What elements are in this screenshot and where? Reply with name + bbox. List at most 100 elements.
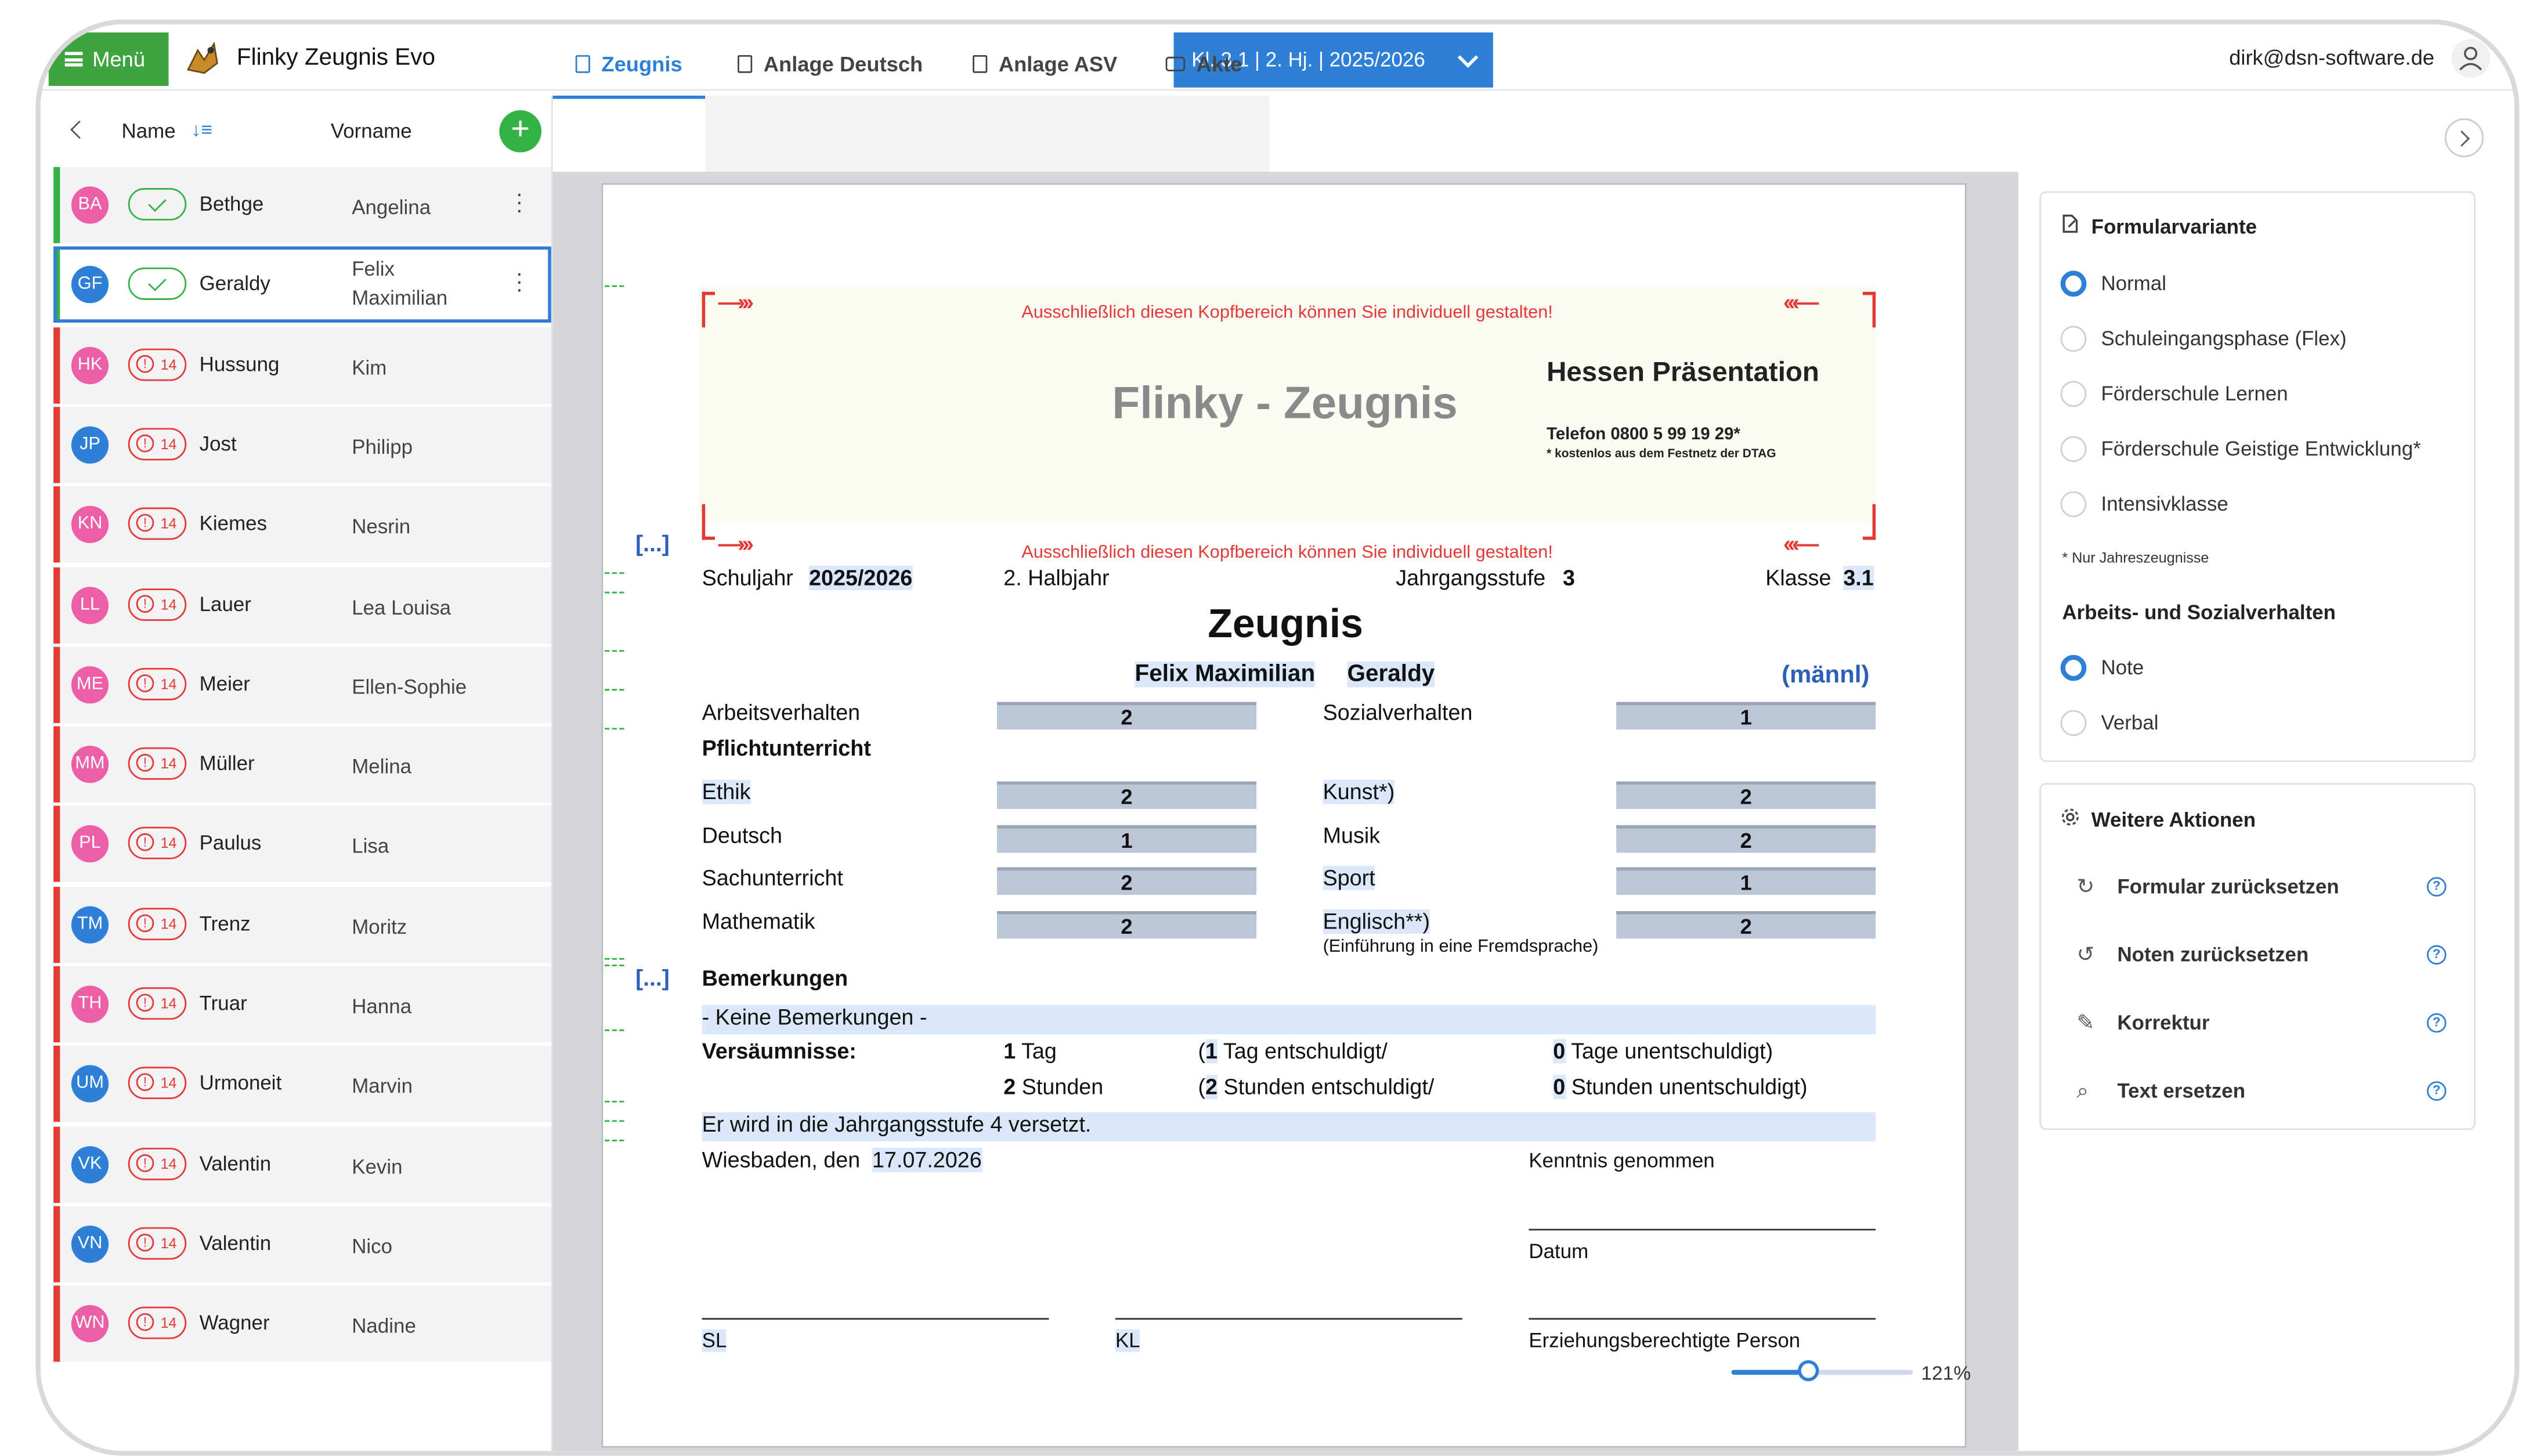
formular-option-label[interactable]: Schuleingangsphase (Flex) bbox=[2101, 327, 2347, 350]
arbeitsverhalten-grade[interactable]: 2 bbox=[997, 702, 1257, 730]
subject-grade[interactable]: 2 bbox=[997, 781, 1257, 810]
margin-marker bbox=[605, 689, 624, 691]
subject-grade[interactable]: 2 bbox=[1616, 825, 1876, 853]
zoom-slider-handle[interactable] bbox=[1797, 1360, 1819, 1382]
user-avatar-icon[interactable] bbox=[2451, 39, 2490, 78]
asv-radio[interactable] bbox=[2060, 710, 2087, 736]
tage-value[interactable]: 1 bbox=[1003, 1039, 1016, 1064]
formular-radio[interactable] bbox=[2060, 326, 2087, 352]
student-row[interactable]: MM! 14 Müller Melina bbox=[53, 726, 551, 803]
vorname-line: Hanna bbox=[352, 995, 412, 1018]
formular-option-label[interactable]: Normal bbox=[2101, 272, 2167, 295]
action-button[interactable]: Noten zurücksetzen bbox=[2117, 944, 2308, 966]
vorname-line: Kim bbox=[352, 356, 387, 379]
add-student-button[interactable]: + bbox=[499, 110, 542, 153]
schuljahr-value[interactable]: 2025/2026 bbox=[809, 565, 913, 590]
asv-radio[interactable] bbox=[2060, 655, 2087, 681]
expand-section-link[interactable]: [...] bbox=[635, 964, 670, 991]
tage-entschuldigt-value[interactable]: 1 bbox=[1205, 1039, 1218, 1064]
stunden-unentschuldigt-label: Stunden unentschuldigt) bbox=[1571, 1075, 1808, 1100]
help-icon[interactable]: ? bbox=[2427, 1013, 2447, 1033]
column-vorname[interactable]: Vorname bbox=[331, 120, 412, 143]
student-row[interactable]: VN! 14 Valentin Nico bbox=[53, 1206, 551, 1282]
jahrgang-value[interactable]: 3 bbox=[1563, 566, 1575, 590]
subject-grade[interactable]: 2 bbox=[1616, 911, 1876, 939]
collapse-panel-button[interactable] bbox=[2444, 118, 2484, 157]
formular-option-label[interactable]: Intensivklasse bbox=[2101, 493, 2228, 515]
student-vorname[interactable]: Felix Maximilian bbox=[1135, 661, 1316, 688]
subject-grade[interactable]: 2 bbox=[997, 867, 1257, 895]
formular-option-label[interactable]: Förderschule Geistige Entwicklung* bbox=[2101, 438, 2421, 460]
column-name[interactable]: Name bbox=[122, 120, 176, 143]
error-count: 14 bbox=[160, 995, 177, 1012]
student-row[interactable]: TH! 14 Truar Hanna bbox=[53, 966, 551, 1043]
alert-icon: ! bbox=[136, 1233, 154, 1252]
student-gender[interactable]: (männl) bbox=[1782, 662, 1869, 689]
zoom-slider-fill bbox=[1731, 1370, 1808, 1375]
document-title: Zeugnis bbox=[1208, 601, 1363, 647]
tage-unentschuldigt-value[interactable]: 0 bbox=[1553, 1039, 1565, 1064]
tab-label: Anlage Deutsch bbox=[763, 52, 923, 77]
avatar: LL bbox=[71, 586, 109, 624]
student-row[interactable]: PL! 14 Paulus Lisa bbox=[53, 806, 551, 883]
student-name[interactable]: Geraldy bbox=[1347, 661, 1435, 688]
student-row[interactable]: GF Geraldy Felix Maximilian · · · bbox=[53, 247, 551, 323]
formular-radio[interactable] bbox=[2060, 270, 2087, 297]
sozialverhalten-grade[interactable]: 1 bbox=[1616, 702, 1876, 730]
tab-akte[interactable]: Akte bbox=[1165, 52, 1242, 76]
help-icon[interactable]: ? bbox=[2427, 945, 2447, 965]
tab-zeugnis[interactable]: Zeugnis bbox=[575, 52, 682, 76]
englisch-note: (Einführung in eine Fremdsprache) bbox=[1323, 937, 1599, 957]
student-row[interactable]: VK! 14 Valentin Kevin bbox=[53, 1126, 551, 1202]
alert-icon: ! bbox=[136, 674, 154, 692]
subject-grade[interactable]: 2 bbox=[1616, 781, 1876, 810]
formular-option-label[interactable]: Förderschule Lernen bbox=[2101, 382, 2288, 405]
zeugnis-datum[interactable]: 17.07.2026 bbox=[872, 1147, 982, 1172]
action-button[interactable]: Korrektur bbox=[2117, 1011, 2209, 1034]
student-row[interactable]: ME! 14 Meier Ellen-Sophie bbox=[53, 646, 551, 723]
student-row[interactable]: JP! 14 Jost Philipp bbox=[53, 406, 551, 483]
student-row[interactable]: WN! 14 Wagner Nadine bbox=[53, 1285, 551, 1363]
student-row[interactable]: BA Bethge Angelina · · · bbox=[53, 167, 551, 244]
stunden-unentschuldigt-value[interactable]: 0 bbox=[1553, 1075, 1565, 1100]
avatar: TM bbox=[71, 905, 109, 944]
arrow-left-icon: ‹‹‹― bbox=[1783, 288, 1819, 315]
student-name: Müller bbox=[199, 752, 255, 775]
menu-button[interactable]: Menü bbox=[48, 32, 169, 86]
bemerkungen-field[interactable]: - Keine Bemerkungen - bbox=[702, 1005, 1876, 1035]
versetzung-field[interactable]: Er wird in die Jahrgangsstufe 4 versetzt… bbox=[702, 1112, 1876, 1141]
student-name: Geraldy bbox=[199, 273, 270, 296]
stunden-value[interactable]: 2 bbox=[1003, 1075, 1016, 1099]
student-vorname: Moritz bbox=[352, 912, 407, 941]
tab-anlage-asv[interactable]: Anlage ASV bbox=[973, 52, 1117, 76]
student-row[interactable]: HK! 14 Hussung Kim bbox=[53, 327, 551, 403]
formular-radio[interactable] bbox=[2060, 381, 2087, 407]
vorname-line: Marvin bbox=[352, 1075, 413, 1099]
subject-grade[interactable]: 1 bbox=[1616, 867, 1876, 895]
student-row[interactable]: UM! 14 Urmoneit Marvin bbox=[53, 1046, 551, 1123]
back-icon[interactable] bbox=[70, 120, 89, 139]
help-icon[interactable]: ? bbox=[2427, 1081, 2447, 1101]
action-button[interactable]: Text ersetzen bbox=[2117, 1080, 2245, 1103]
action-button[interactable]: Formular zurücksetzen bbox=[2117, 876, 2339, 898]
top-bar: Menü Flinky Zeugnis Evo Kl. 3.1 | 2. Hj.… bbox=[40, 24, 2514, 91]
help-icon[interactable]: ? bbox=[2427, 877, 2447, 897]
more-options-icon[interactable]: · · · bbox=[515, 262, 523, 301]
klasse-value[interactable]: 3.1 bbox=[1843, 565, 1874, 590]
student-name: Paulus bbox=[199, 832, 262, 855]
student-row[interactable]: TM! 14 Trenz Moritz bbox=[53, 886, 551, 963]
expand-header-link[interactable]: [...] bbox=[635, 530, 670, 557]
tab-anlage-deutsch[interactable]: Anlage Deutsch bbox=[738, 52, 923, 76]
subject-grade[interactable]: 2 bbox=[997, 911, 1257, 939]
asv-option-label[interactable]: Note bbox=[2101, 656, 2144, 679]
formular-radio[interactable] bbox=[2060, 436, 2087, 463]
subject-grade[interactable]: 1 bbox=[997, 825, 1257, 853]
stunden-entschuldigt-value[interactable]: 2 bbox=[1205, 1075, 1218, 1100]
asv-option-label[interactable]: Verbal bbox=[2101, 711, 2159, 734]
formular-radio[interactable] bbox=[2060, 491, 2087, 518]
more-options-icon[interactable]: · · · bbox=[515, 182, 523, 221]
student-row[interactable]: KN! 14 Kiemes Nesrin bbox=[53, 486, 551, 563]
paren: ( bbox=[1198, 1075, 1206, 1100]
student-row[interactable]: LL! 14 Lauer Lea Louisa bbox=[53, 566, 551, 643]
sort-icon[interactable]: ↓≡ bbox=[192, 118, 212, 141]
